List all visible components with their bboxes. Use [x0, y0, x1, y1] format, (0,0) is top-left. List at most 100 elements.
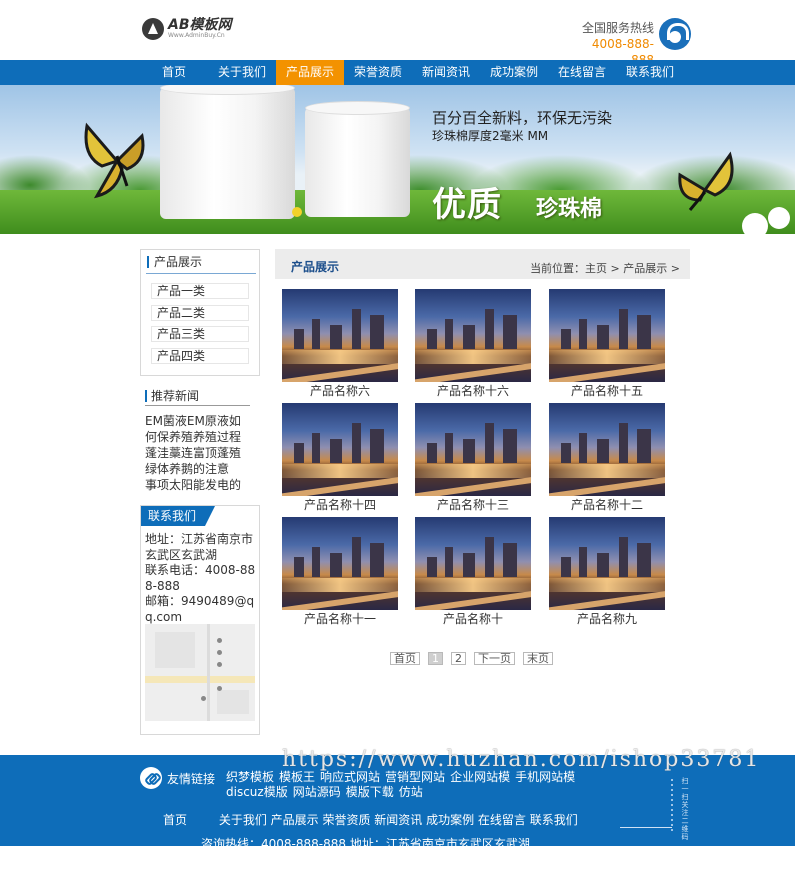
footer-nav: 首页 关于我们 产品展示 荣誉资质 新闻资讯 成功案例 在线留言 联系我们	[163, 811, 578, 828]
news-item[interactable]: 事项太阳能发电的	[145, 477, 245, 491]
footer-contact: 咨询热线：4008-888-888 地址：江苏省南京市玄武区玄武湖	[201, 837, 530, 846]
nav-item-about[interactable]: 关于我们	[208, 60, 276, 85]
nav-item-cases[interactable]: 成功案例	[480, 60, 548, 85]
friend-link[interactable]: 模板王	[279, 770, 315, 784]
product-name[interactable]: 产品名称十	[415, 610, 531, 628]
site-logo[interactable]: AB模板网 Www.AdminBuy.Cn	[142, 18, 232, 40]
nav-item-news[interactable]: 新闻资讯	[412, 60, 480, 85]
product-card[interactable]: 产品名称九	[549, 517, 665, 627]
product-name[interactable]: 产品名称十四	[282, 496, 398, 514]
location-map[interactable]	[145, 624, 255, 721]
banner-subslogan: 珍珠棉厚度2毫米 MM	[432, 129, 549, 143]
pager-page-1[interactable]: 1	[428, 652, 443, 665]
logo-subtitle: Www.AdminBuy.Cn	[168, 32, 225, 39]
product-image[interactable]	[549, 517, 665, 610]
category-item[interactable]: 产品一类	[151, 283, 249, 299]
main-nav: 首页 关于我们 产品展示 荣誉资质 新闻资讯 成功案例 在线留言 联系我们	[0, 60, 795, 85]
news-item[interactable]: 绿体养鹅的注意	[145, 461, 245, 477]
foam-roll-image	[160, 85, 295, 219]
friend-link[interactable]: 企业网站模	[450, 770, 510, 784]
product-image[interactable]	[415, 289, 531, 382]
contact-phone: 联系电话：4008-888-888	[145, 563, 256, 593]
pager-next-button[interactable]: 下一页	[474, 652, 515, 665]
contact-email: 邮箱：9490489@qq.com	[145, 594, 255, 624]
qr-code-placeholder	[671, 779, 673, 833]
pager-first-button[interactable]: 首页	[390, 652, 420, 665]
daisy-image	[742, 213, 768, 234]
logo-icon	[142, 18, 164, 40]
news-title: 推荐新闻	[145, 390, 199, 402]
product-name[interactable]: 产品名称十三	[415, 496, 531, 514]
product-card[interactable]: 产品名称六	[282, 289, 398, 399]
category-item[interactable]: 产品二类	[151, 304, 249, 321]
map-pin-icon	[217, 686, 222, 691]
banner-headline: 优质	[432, 185, 502, 225]
logo-title: AB模板网	[168, 17, 232, 33]
product-image[interactable]	[282, 517, 398, 610]
map-pin-icon	[217, 650, 222, 655]
nav-item-products[interactable]: 产品展示	[276, 60, 344, 85]
product-image[interactable]	[415, 403, 531, 496]
pager-page-2[interactable]: 2	[451, 652, 466, 665]
foam-roll-image	[305, 101, 410, 217]
news-item[interactable]: EM菌液EM原液如	[145, 413, 245, 429]
pagination: 首页 1 2 下一页 末页	[390, 652, 561, 665]
divider	[145, 405, 250, 406]
product-card[interactable]: 产品名称十二	[549, 403, 665, 513]
product-name[interactable]: 产品名称十二	[549, 496, 665, 514]
product-image[interactable]	[282, 403, 398, 496]
product-name[interactable]: 产品名称十一	[282, 610, 398, 628]
product-image[interactable]	[549, 403, 665, 496]
watermark-text: https://www.huzhan.com/ishop33781	[282, 747, 761, 772]
product-card[interactable]: 产品名称十一	[282, 517, 398, 627]
product-card[interactable]: 产品名称十五	[549, 289, 665, 399]
friend-links-label: 友情链接	[167, 772, 216, 786]
product-image[interactable]	[415, 517, 531, 610]
nav-item-honors[interactable]: 荣誉资质	[344, 60, 412, 85]
banner-headline-product: 珍珠棉	[536, 197, 603, 222]
daisy-image	[768, 207, 790, 229]
section-header: 产品展示 当前位置：主页 > 产品展示 >	[275, 249, 690, 279]
friend-link[interactable]: 营销型网站	[385, 770, 445, 784]
contact-info: 地址：江苏省南京市玄武区玄武湖 联系电话：4008-888-888 邮箱：949…	[145, 532, 257, 625]
footer-nav-links[interactable]: 关于我们 产品展示 荣誉资质 新闻资讯 成功案例 在线留言 联系我们	[219, 813, 578, 827]
pager-last-button[interactable]: 末页	[523, 652, 553, 665]
headset-icon	[659, 18, 691, 50]
friend-link[interactable]: 手机网站模	[515, 770, 575, 784]
map-pin-icon	[217, 662, 222, 667]
hero-banner: 百分百全新料，环保无污染 珍珠棉厚度2毫米 MM 优质 珍珠棉	[0, 85, 795, 234]
friend-link[interactable]: 网站源码	[293, 785, 341, 799]
link-icon	[140, 767, 162, 789]
nav-item-message[interactable]: 在线留言	[548, 60, 616, 85]
divider	[620, 827, 672, 828]
butterfly-image	[678, 151, 734, 211]
contact-panel: 联系我们 地址：江苏省南京市玄武区玄武湖 联系电话：4008-888-888 邮…	[140, 505, 260, 735]
friend-link[interactable]: 织梦模板	[226, 770, 274, 784]
product-card[interactable]: 产品名称十六	[415, 289, 531, 399]
product-name[interactable]: 产品名称十五	[549, 382, 665, 400]
product-name[interactable]: 产品名称六	[282, 382, 398, 400]
friend-links: 织梦模板 模板王 响应式网站 营销型网站 企业网站模 手机网站模 discuz模版 网站源码模…	[226, 770, 606, 800]
product-card[interactable]: 产品名称十四	[282, 403, 398, 513]
footer-nav-home[interactable]: 首页	[163, 813, 187, 827]
category-panel: 产品展示 产品一类 产品二类 产品三类 产品四类	[140, 249, 260, 376]
category-item[interactable]: 产品四类	[151, 347, 249, 364]
product-card[interactable]: 产品名称十三	[415, 403, 531, 513]
product-name[interactable]: 产品名称九	[549, 610, 665, 628]
product-image[interactable]	[549, 289, 665, 382]
friend-link[interactable]: 响应式网站	[320, 770, 380, 784]
product-name[interactable]: 产品名称十六	[415, 382, 531, 400]
nav-item-contact[interactable]: 联系我们	[616, 60, 684, 85]
divider	[146, 273, 256, 274]
nav-item-home[interactable]: 首页	[140, 60, 208, 85]
news-item[interactable]: 何保养殖养殖过程	[145, 429, 245, 445]
friend-link[interactable]: 模版下载	[346, 785, 394, 799]
friend-link[interactable]: 仿站	[399, 785, 423, 799]
product-image[interactable]	[282, 289, 398, 382]
friend-link[interactable]: discuz模版	[226, 785, 288, 799]
breadcrumb[interactable]: 当前位置：主页 > 产品展示 >	[530, 260, 680, 276]
product-card[interactable]: 产品名称十	[415, 517, 531, 627]
category-item[interactable]: 产品三类	[151, 326, 249, 342]
news-item[interactable]: 蓬洼藁连富顶蓬殖	[145, 445, 245, 461]
banner-slogan: 百分百全新料，环保无污染	[432, 109, 613, 127]
